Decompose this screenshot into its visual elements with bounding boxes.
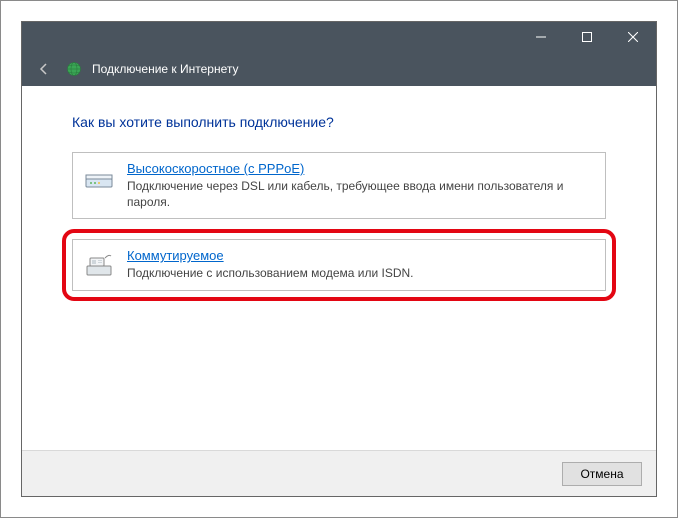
option-dialup-title: Коммутируемое <box>127 248 414 263</box>
highlight-annotation: Коммутируемое Подключение с использовани… <box>62 229 616 300</box>
footer: Отмена <box>22 450 656 496</box>
option-dialup-desc: Подключение с использованием модема или … <box>127 265 414 281</box>
navbar: Подключение к Интернету <box>22 52 656 86</box>
titlebar <box>22 22 656 52</box>
window-title: Подключение к Интернету <box>92 62 239 76</box>
option-broadband-text: Высокоскоростное (с PPPoE) Подключение ч… <box>127 161 595 210</box>
screenshot-frame: Подключение к Интернету Как вы хотите вы… <box>0 0 678 518</box>
option-dialup[interactable]: Коммутируемое Подключение с использовани… <box>72 239 606 290</box>
minimize-button[interactable] <box>518 22 564 52</box>
globe-icon <box>66 61 82 77</box>
option-broadband-title: Высокоскоростное (с PPPoE) <box>127 161 595 176</box>
option-broadband[interactable]: Высокоскоростное (с PPPoE) Подключение ч… <box>72 152 606 219</box>
phone-modem-icon <box>83 248 115 280</box>
window: Подключение к Интернету Как вы хотите вы… <box>21 21 657 497</box>
option-broadband-desc: Подключение через DSL или кабель, требую… <box>127 178 595 210</box>
modem-icon <box>83 161 115 193</box>
cancel-button[interactable]: Отмена <box>562 462 642 486</box>
close-button[interactable] <box>610 22 656 52</box>
page-heading: Как вы хотите выполнить подключение? <box>72 114 606 130</box>
back-button[interactable] <box>32 57 56 81</box>
content-area: Как вы хотите выполнить подключение? Выс… <box>22 86 656 450</box>
maximize-button[interactable] <box>564 22 610 52</box>
option-dialup-text: Коммутируемое Подключение с использовани… <box>127 248 414 281</box>
